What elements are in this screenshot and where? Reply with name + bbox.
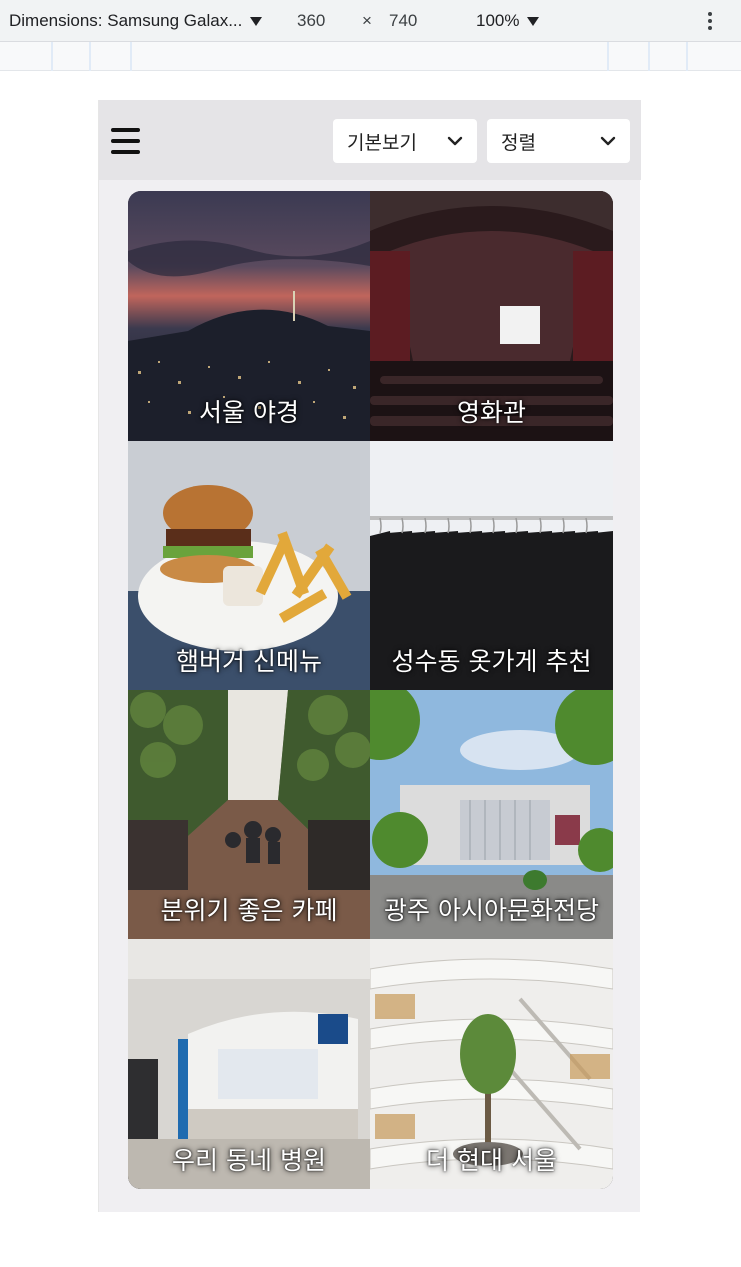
card-title: 서울 야경	[199, 398, 299, 427]
card-the-hyundai-seoul[interactable]: 더 현대 서울	[370, 939, 613, 1189]
card-title: 분위기 좋은 카페	[160, 896, 338, 925]
card-asia-culture-center[interactable]: 광주 아시아문화전당	[370, 690, 613, 939]
devtools-toolbar: Dimensions: Samsung Galax... 360 × 740 1…	[0, 0, 741, 42]
card-title: 영화관	[456, 398, 526, 427]
dimension-separator: ×	[362, 11, 372, 30]
chevron-down-icon	[600, 136, 616, 146]
card-cafe[interactable]: 분위기 좋은 카페	[128, 690, 370, 939]
zoom-value: 100%	[476, 11, 520, 30]
zoom-selector[interactable]: 100%	[476, 11, 540, 31]
card-seoul-night[interactable]: 서울 야경	[128, 191, 370, 441]
media-query-ruler	[0, 42, 741, 71]
chevron-down-icon	[447, 136, 463, 146]
card-clothing-store[interactable]: 성수동 옷가게 추천	[370, 441, 613, 690]
view-mode-dropdown[interactable]: 기본보기	[333, 119, 477, 163]
card-hospital[interactable]: 우리 동네 병원	[128, 939, 370, 1189]
card-burger[interactable]: 햄버거 신메뉴	[128, 441, 370, 690]
device-selector[interactable]: Dimensions: Samsung Galax...	[9, 11, 263, 31]
device-name: Dimensions: Samsung Galax...	[9, 11, 243, 30]
dropdown-triangle-icon	[527, 16, 540, 26]
view-mode-label: 기본보기	[347, 131, 417, 154]
sort-label: 정렬	[501, 131, 536, 154]
sort-dropdown[interactable]: 정렬	[487, 119, 630, 163]
card-movie-theater[interactable]: 영화관	[370, 191, 613, 441]
more-vert-icon[interactable]	[704, 10, 716, 32]
card-title: 우리 동네 병원	[172, 1146, 326, 1175]
width-field[interactable]: 360	[297, 11, 325, 31]
dropdown-triangle-icon	[250, 16, 263, 26]
card-title: 광주 아시아문화전당	[384, 896, 599, 925]
app-header: 기본보기 정렬	[99, 100, 641, 180]
device-viewport: 기본보기 정렬 서울 야경 영화관 햄버거 신메뉴 성수동 옷가게 추천 분위기…	[98, 100, 641, 1212]
card-title: 더 현대 서울	[426, 1146, 557, 1175]
card-title: 햄버거 신메뉴	[176, 647, 322, 676]
card-title: 성수동 옷가게 추천	[391, 647, 592, 676]
hamburger-menu-icon[interactable]	[111, 128, 140, 154]
height-field[interactable]: 740	[389, 11, 417, 31]
card-grid: 서울 야경 영화관 햄버거 신메뉴 성수동 옷가게 추천 분위기 좋은 카페 광…	[128, 191, 613, 1189]
